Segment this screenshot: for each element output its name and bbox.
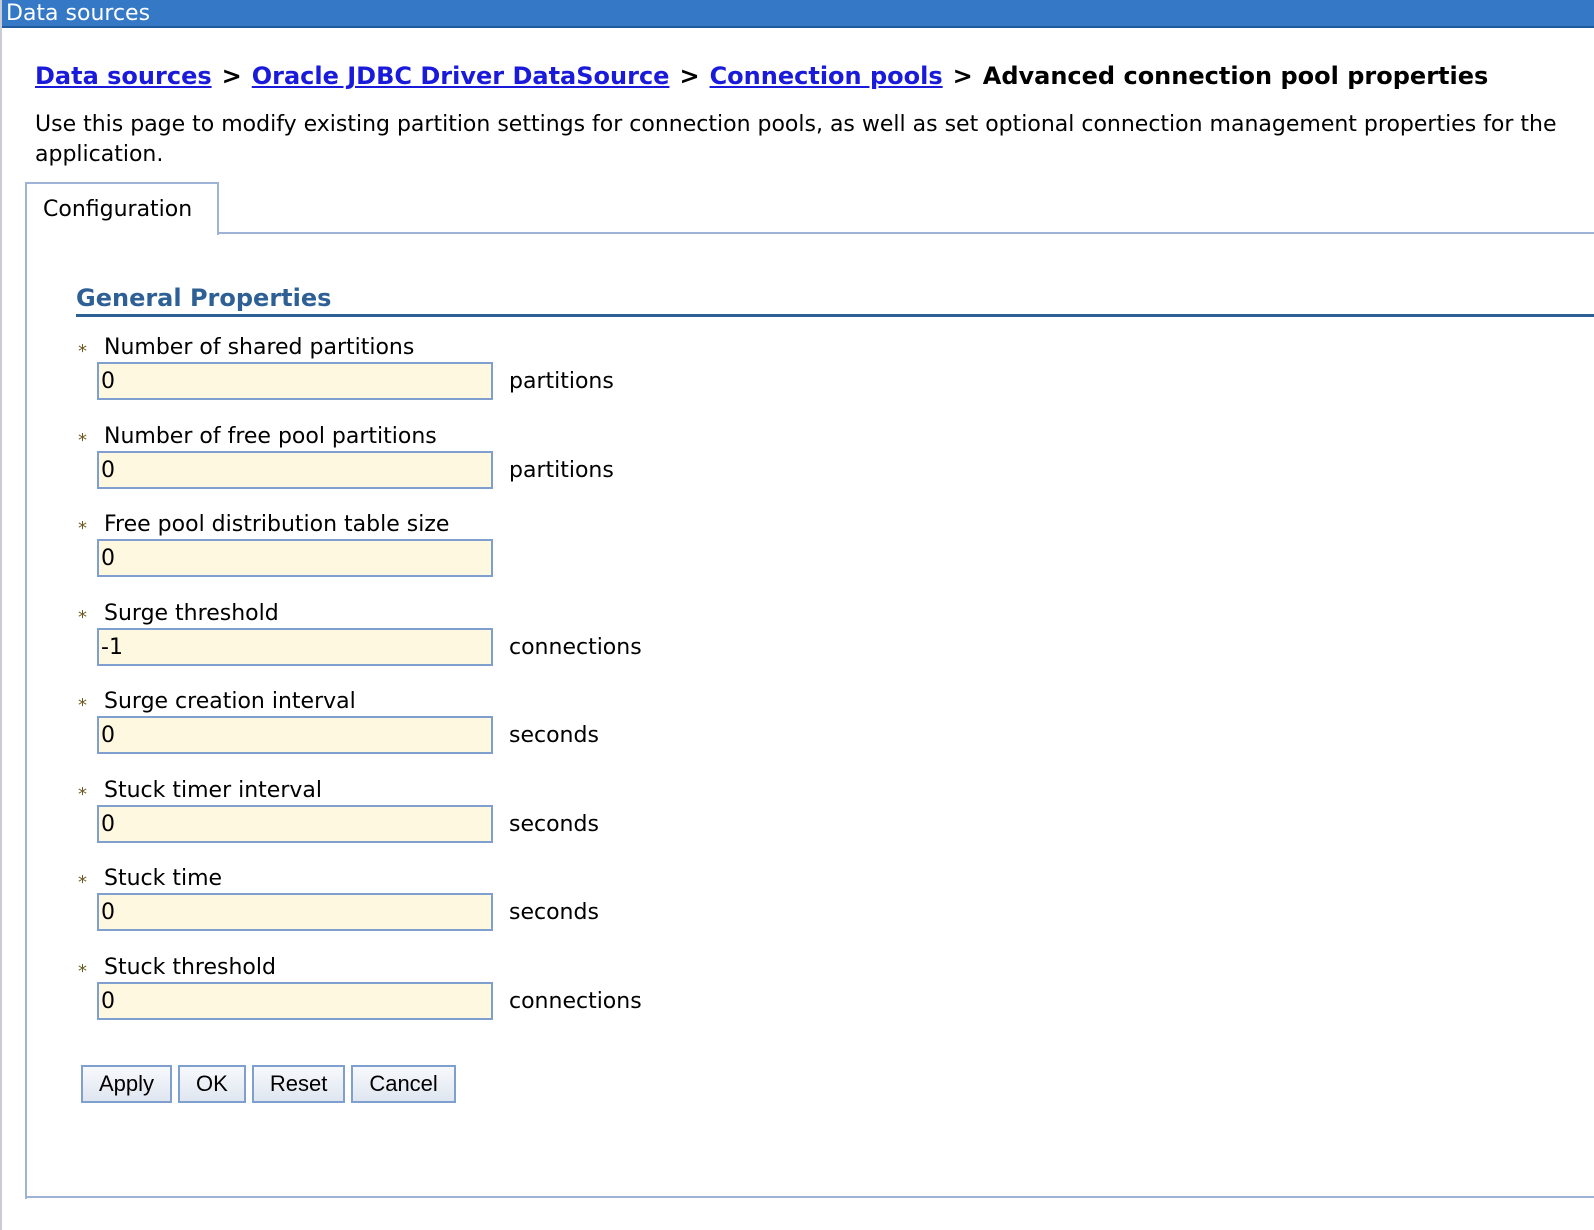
breadcrumb: Data sources > Oracle JDBC Driver DataSour… (35, 62, 1488, 90)
field-surge-threshold: * Surge threshold connections (78, 601, 778, 681)
field-label: Stuck timer interval (104, 778, 322, 803)
field-label: Surge creation interval (104, 689, 356, 714)
form-button-bar: Apply OK Reset Cancel (81, 1065, 462, 1103)
panel-border-left (25, 233, 27, 1199)
stuck-timer-interval-input[interactable] (97, 805, 493, 843)
required-marker-icon: * (78, 430, 87, 451)
breadcrumb-link-connection-pools[interactable]: Connection pools (710, 62, 943, 90)
field-stuck-time: * Stuck time seconds (78, 866, 778, 946)
reset-button[interactable]: Reset (251, 1065, 346, 1103)
section-title-general-properties: General Properties (76, 284, 332, 312)
ok-button[interactable]: OK (178, 1065, 246, 1103)
breadcrumb-link-oracle-jdbc-driver-datasource[interactable]: Oracle JDBC Driver DataSource (252, 62, 670, 90)
window-title: Data sources (6, 1, 151, 26)
tab-configuration[interactable]: Configuration (25, 182, 219, 235)
field-unit: seconds (509, 812, 599, 837)
number-of-free-pool-partitions-input[interactable] (97, 451, 493, 489)
breadcrumb-current-page: Advanced connection pool properties (982, 62, 1489, 90)
panel-border-bottom (25, 1196, 1594, 1198)
field-stuck-threshold: * Stuck threshold connections (78, 955, 778, 1035)
required-marker-icon: * (78, 695, 87, 716)
breadcrumb-link-data-sources[interactable]: Data sources (35, 62, 212, 90)
field-unit: connections (509, 989, 642, 1014)
window-titlebar: Data sources (2, 0, 1594, 28)
page-description: Use this page to modify existing partiti… (35, 112, 1557, 167)
section-divider (76, 314, 1594, 317)
tab-strip-border (217, 232, 1594, 234)
required-marker-icon: * (78, 518, 87, 539)
stuck-time-input[interactable] (97, 893, 493, 931)
field-unit: seconds (509, 900, 599, 925)
breadcrumb-separator: > (221, 62, 242, 90)
field-unit: seconds (509, 723, 599, 748)
required-marker-icon: * (78, 784, 87, 805)
field-unit: partitions (509, 458, 614, 483)
field-number-of-free-pool-partitions: * Number of free pool partitions partiti… (78, 424, 778, 504)
field-label: Number of shared partitions (104, 335, 415, 360)
page: Data sources Data sources > Oracle JDBC Dr… (0, 0, 1594, 1230)
field-number-of-shared-partitions: * Number of shared partitions partitions (78, 335, 778, 415)
tab-configuration-label: Configuration (43, 197, 193, 222)
required-marker-icon: * (78, 961, 87, 982)
field-free-pool-distribution-table-size: * Free pool distribution table size (78, 512, 778, 592)
field-label: Surge threshold (104, 601, 279, 626)
free-pool-distribution-table-size-input[interactable] (97, 539, 493, 577)
apply-button[interactable]: Apply (81, 1065, 173, 1103)
field-label: Free pool distribution table size (104, 512, 450, 537)
field-unit: partitions (509, 369, 614, 394)
field-label: Number of free pool partitions (104, 424, 437, 449)
breadcrumb-separator: > (679, 62, 700, 90)
field-label: Stuck time (104, 866, 223, 891)
cancel-button[interactable]: Cancel (351, 1065, 456, 1103)
field-label: Stuck threshold (104, 955, 276, 980)
field-surge-creation-interval: * Surge creation interval seconds (78, 689, 778, 769)
breadcrumb-separator: > (952, 62, 973, 90)
field-unit: connections (509, 635, 642, 660)
stuck-threshold-input[interactable] (97, 982, 493, 1020)
field-stuck-timer-interval: * Stuck timer interval seconds (78, 778, 778, 858)
required-marker-icon: * (78, 607, 87, 628)
required-marker-icon: * (78, 872, 87, 893)
surge-threshold-input[interactable] (97, 628, 493, 666)
number-of-shared-partitions-input[interactable] (97, 362, 493, 400)
surge-creation-interval-input[interactable] (97, 716, 493, 754)
required-marker-icon: * (78, 341, 87, 362)
